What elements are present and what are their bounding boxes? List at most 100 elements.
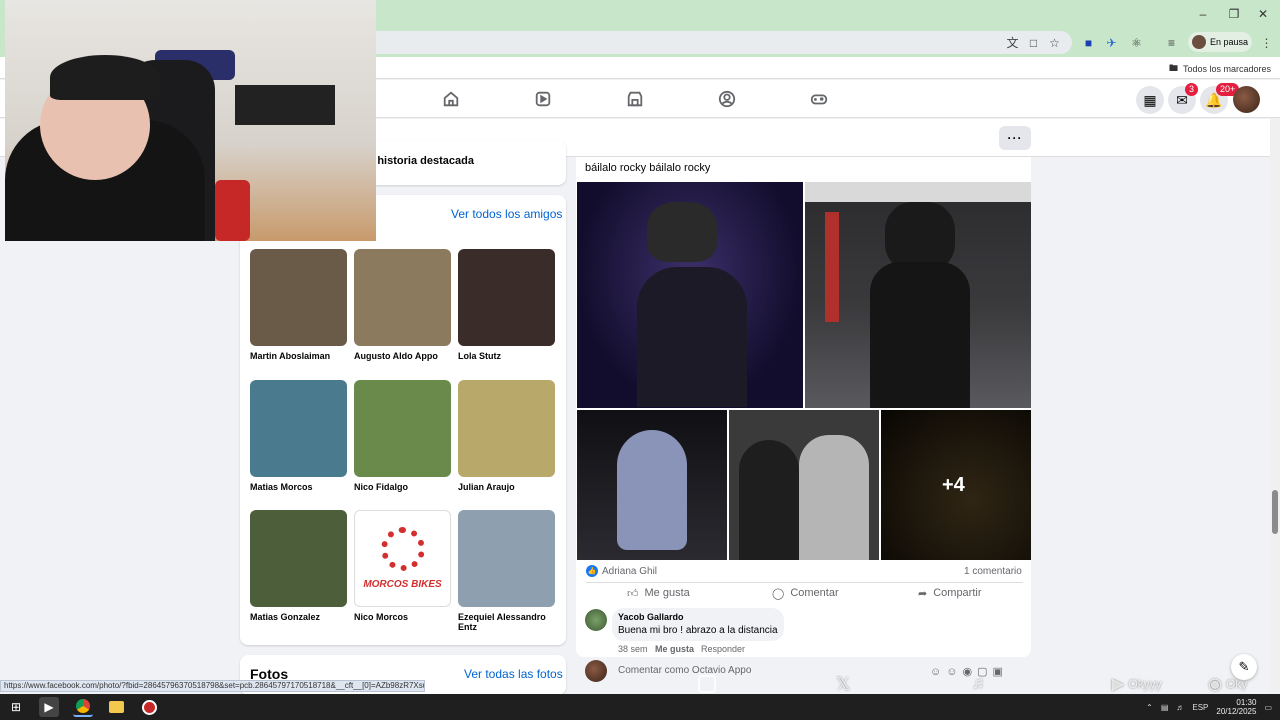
add-highlight-button[interactable]: r historia destacada bbox=[370, 155, 474, 167]
friend-photo[interactable] bbox=[458, 510, 555, 607]
youtube-overlay: ▶ Okyyy bbox=[1112, 676, 1162, 693]
browser-menu-icon[interactable]: ⋮ bbox=[1258, 34, 1275, 51]
menu-grid-icon[interactable]: ▦ bbox=[1136, 86, 1164, 114]
instagram-icon bbox=[698, 675, 716, 693]
address-bar[interactable] bbox=[330, 31, 1072, 54]
friend-name[interactable]: Matias Gonzalez bbox=[250, 612, 348, 622]
friend-tile[interactable]: MORCOS BIKES Nico Morcos bbox=[354, 510, 452, 622]
comment-author[interactable]: Yacob Gallardo bbox=[618, 612, 778, 622]
friend-photo[interactable] bbox=[250, 249, 347, 346]
bookmark-star-icon[interactable]: ☆ bbox=[1046, 34, 1063, 51]
comment-button[interactable]: ◯ Comentar bbox=[772, 585, 839, 601]
liker-name: Adriana Ghil bbox=[602, 565, 658, 577]
friend-name[interactable]: Lola Stutz bbox=[458, 351, 556, 361]
notification-center-icon[interactable]: ▭ bbox=[1264, 703, 1272, 712]
friend-tile[interactable]: Martin Aboslaiman bbox=[250, 249, 348, 361]
friend-name[interactable]: Ezequiel Alessandro Entz bbox=[458, 612, 556, 632]
clock[interactable]: 01:30 20/12/2025 bbox=[1216, 698, 1256, 716]
avatar-sticker-icon[interactable]: ☺ bbox=[930, 666, 946, 678]
extension-icon-2[interactable]: ✈ bbox=[1103, 34, 1120, 51]
friend-photo[interactable] bbox=[458, 380, 555, 477]
clock-date: 20/12/2025 bbox=[1216, 707, 1257, 716]
network-icon[interactable]: ▤ bbox=[1161, 703, 1169, 712]
page-scrollbar[interactable] bbox=[1270, 119, 1280, 692]
friend-tile[interactable]: Matias Morcos bbox=[250, 380, 348, 492]
friend-photo[interactable] bbox=[354, 249, 451, 346]
chrome-icon[interactable] bbox=[73, 697, 93, 717]
marketplace-icon[interactable] bbox=[625, 89, 645, 109]
tiktok-overlay: ♫ bbox=[972, 675, 988, 693]
media-player-icon[interactable]: ▶ bbox=[39, 697, 59, 717]
friend-name[interactable]: Nico Fidalgo bbox=[354, 482, 452, 492]
friend-photo[interactable] bbox=[250, 510, 347, 607]
comment-reply-link[interactable]: Responder bbox=[701, 644, 745, 654]
scrollbar-thumb[interactable] bbox=[1272, 490, 1278, 534]
install-app-icon[interactable]: □ bbox=[1025, 34, 1042, 51]
all-bookmarks-button[interactable]: 🖿 Todos los marcadores bbox=[1169, 61, 1271, 77]
comment-label: Comentar bbox=[790, 587, 839, 599]
friend-tile[interactable]: Lola Stutz bbox=[458, 249, 556, 361]
post-photo-3[interactable] bbox=[577, 410, 727, 560]
friend-photo[interactable] bbox=[250, 380, 347, 477]
share-button[interactable]: ➦ Compartir bbox=[918, 585, 982, 601]
friend-tile[interactable]: Nico Fidalgo bbox=[354, 380, 452, 492]
share-arrow-icon: ➦ bbox=[918, 587, 928, 600]
like-label: Me gusta bbox=[644, 587, 690, 599]
friend-name[interactable]: Nico Morcos bbox=[354, 612, 452, 622]
profile-chip[interactable]: En pausa bbox=[1188, 32, 1252, 52]
friend-name[interactable]: Martin Aboslaiman bbox=[250, 351, 348, 361]
extensions-puzzle-icon[interactable]: ⚛ bbox=[1128, 34, 1145, 51]
reactions-summary[interactable]: 👍 Adriana Ghil bbox=[586, 565, 657, 577]
friend-name[interactable]: Matias Morcos bbox=[250, 482, 348, 492]
comment-count[interactable]: 1 comentario bbox=[964, 566, 1022, 577]
close-window-button[interactable]: ✕ bbox=[1246, 0, 1280, 27]
obs-icon[interactable] bbox=[139, 697, 159, 717]
post-photo-1[interactable] bbox=[577, 182, 803, 408]
commenter-avatar[interactable] bbox=[585, 609, 607, 631]
profile-avatar bbox=[1192, 35, 1206, 49]
post-photo-2[interactable] bbox=[805, 182, 1031, 408]
friend-photo[interactable]: MORCOS BIKES bbox=[354, 510, 451, 607]
media-control-icon[interactable]: ≡ bbox=[1163, 34, 1180, 51]
extension-icon[interactable]: ■ bbox=[1080, 34, 1097, 51]
post-photo-4[interactable] bbox=[729, 410, 879, 560]
language-indicator[interactable]: ESP bbox=[1192, 703, 1208, 712]
see-all-photos-link[interactable]: Ver todas las fotos bbox=[464, 667, 563, 681]
friend-name[interactable]: Augusto Aldo Appo bbox=[354, 351, 452, 361]
instagram-overlay bbox=[698, 675, 720, 693]
friend-tile[interactable]: Julian Araujo bbox=[458, 380, 556, 492]
friend-photo[interactable] bbox=[354, 380, 451, 477]
system-tray: ⌃ ▤ ♬ ESP 01:30 20/12/2025 ▭ bbox=[1146, 697, 1272, 717]
folder-icon: 🖿 bbox=[1168, 63, 1178, 73]
sticker-icon[interactable]: ▣ bbox=[992, 666, 1007, 678]
comment-age: 38 sem bbox=[618, 644, 648, 654]
more-photos-count[interactable]: +4 bbox=[942, 474, 965, 497]
clock-time: 01:30 bbox=[1236, 698, 1257, 707]
translate-icon[interactable]: 文 bbox=[1004, 34, 1021, 51]
comment-tools[interactable]: ☺☺◉▢▣ bbox=[930, 665, 1008, 678]
volume-icon[interactable]: ♬ bbox=[1176, 703, 1184, 712]
video-icon[interactable] bbox=[533, 89, 553, 109]
friend-tile[interactable]: Augusto Aldo Appo bbox=[354, 249, 452, 361]
friend-tile[interactable]: Matias Gonzalez bbox=[250, 510, 348, 622]
friend-tile[interactable]: Ezequiel Alessandro Entz bbox=[458, 510, 556, 632]
friend-photo[interactable] bbox=[458, 249, 555, 346]
more-options-button[interactable]: ··· bbox=[999, 126, 1031, 150]
emoji-icon[interactable]: ☺ bbox=[946, 666, 962, 678]
comment-like-link[interactable]: Me gusta bbox=[655, 644, 694, 654]
friend-name[interactable]: Julian Araujo bbox=[458, 482, 556, 492]
home-icon[interactable] bbox=[441, 89, 461, 109]
gaming-icon[interactable] bbox=[809, 89, 829, 109]
like-button[interactable]: 👍︎ Me gusta bbox=[627, 585, 690, 601]
see-all-friends-link[interactable]: Ver todos los amigos bbox=[451, 207, 562, 221]
groups-icon[interactable] bbox=[717, 89, 737, 109]
minimize-button[interactable]: – bbox=[1186, 0, 1220, 27]
file-explorer-icon[interactable] bbox=[106, 697, 126, 717]
x-icon: 𝕏 bbox=[836, 673, 851, 694]
thumbs-up-icon: 👍︎ bbox=[627, 587, 639, 600]
spotify-overlay: ◉ Oky bbox=[1208, 676, 1248, 693]
windows-start-icon[interactable]: ⊞ bbox=[6, 697, 26, 717]
tray-chevron-icon[interactable]: ⌃ bbox=[1146, 703, 1153, 712]
current-user-avatar bbox=[585, 660, 607, 682]
account-avatar[interactable] bbox=[1233, 86, 1260, 113]
